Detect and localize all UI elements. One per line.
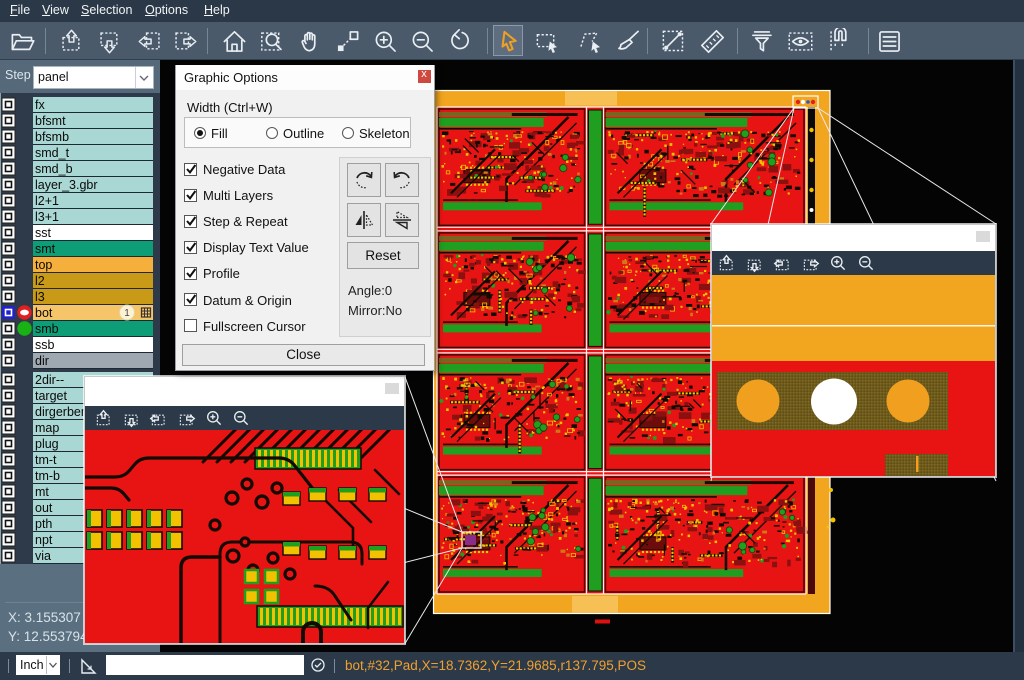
svg-text:l2: l2 [35,274,45,288]
svg-text:2dir--: 2dir-- [35,373,64,387]
svg-text:target: target [35,389,67,403]
svg-text:l3: l3 [35,290,45,304]
svg-text:l3+1: l3+1 [35,210,59,224]
svg-text:out: out [35,501,53,515]
svg-text:l2+1: l2+1 [35,194,59,208]
svg-text:dir: dir [35,354,49,368]
svg-text:1: 1 [124,308,130,319]
svg-text:bfsmb: bfsmb [35,130,69,144]
svg-text:top: top [35,258,52,272]
svg-text:map: map [35,421,59,435]
svg-text:bfsmt: bfsmt [35,114,66,128]
svg-text:smb: smb [35,322,59,336]
svg-text:mt: mt [35,485,49,499]
svg-text:npt: npt [35,533,53,547]
svg-text:fx: fx [35,98,45,112]
svg-text:tm-b: tm-b [35,469,60,483]
svg-text:via: via [35,549,51,563]
svg-text:smd_t: smd_t [35,146,70,160]
svg-text:plug: plug [35,437,59,451]
svg-text:smt: smt [35,242,56,256]
svg-text:sst: sst [35,226,52,240]
svg-text:layer_3.gbr: layer_3.gbr [35,178,98,192]
svg-text:pth: pth [35,517,52,531]
svg-text:dirgerber: dirgerber [35,405,85,419]
svg-text:bot: bot [35,306,53,320]
svg-text:tm-t: tm-t [35,453,57,467]
svg-text:smd_b: smd_b [35,162,73,176]
svg-text:ssb: ssb [35,338,55,352]
